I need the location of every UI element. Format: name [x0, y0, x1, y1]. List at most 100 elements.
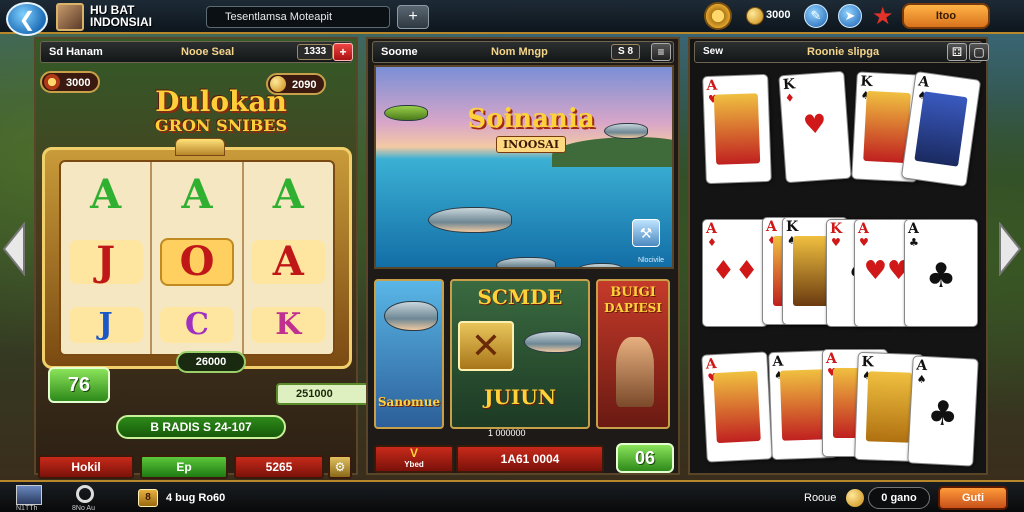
fishing-score-box[interactable]: 06	[616, 443, 674, 473]
fishing-scene[interactable]: Soinania INOOSAI ⚒ Nlocivile	[374, 65, 674, 269]
tile-center-subvalue: 1 000000	[488, 428, 526, 438]
slot-header-badge: 1333	[297, 44, 334, 60]
bottom-right-label: Rooue	[804, 492, 837, 504]
fishing-tile-center[interactable]: SCMDE ✕ JUIUN	[450, 279, 590, 429]
tile-blue-title: Sanomue	[377, 395, 441, 409]
card-rank: A	[706, 221, 717, 237]
playing-card[interactable]: A ♠ ♣	[907, 355, 979, 467]
slot-machine[interactable]: A J J A O C A A K	[42, 138, 352, 369]
fishing-footer: V Ybed 1A61 0004 06	[372, 443, 678, 473]
add-button[interactable]: +	[397, 5, 429, 29]
fish-icon	[384, 301, 438, 331]
slot-chip-left-value: 3000	[66, 77, 91, 89]
top-up-button[interactable]: Itoo	[902, 3, 990, 29]
fish-icon	[604, 123, 648, 139]
slot-spin-button[interactable]: Ep	[140, 455, 228, 479]
app-title-line2: INDONSIAI	[90, 15, 153, 29]
search-input[interactable]: Tesentlamsa Moteapit	[206, 6, 390, 28]
crown-ornament-icon	[175, 138, 225, 156]
reel-2: A O C	[152, 162, 244, 354]
multiplier-x-icon: ✕	[458, 321, 514, 371]
card-rank: K	[830, 221, 843, 237]
cashout-button[interactable]: Guti	[938, 486, 1008, 510]
card-face-art	[779, 369, 827, 441]
coin-icon	[746, 7, 764, 25]
back-arrow-icon: ❮	[18, 8, 36, 31]
card-rank: A	[705, 356, 718, 373]
fishing-logo-line2: INOOSAI	[496, 136, 566, 153]
slot-add-button[interactable]: +	[333, 43, 353, 61]
reel-symbol: C	[159, 307, 234, 344]
app-title: HU BAT INDONSIAI	[90, 4, 190, 28]
coin-icon	[846, 489, 864, 507]
profile-thumbnail-icon[interactable]	[16, 485, 42, 505]
card-rank: A	[915, 357, 928, 375]
card-rank: A	[766, 219, 777, 235]
slot-chip-left[interactable]: 3000	[40, 71, 101, 93]
fishing-menu-icon[interactable]: ≡	[651, 43, 671, 61]
tile-red-title2: DAPIESI	[604, 301, 662, 315]
playing-card[interactable]: A ♥	[701, 351, 773, 463]
playing-card[interactable]: K ♦ ♥	[778, 70, 852, 184]
reel-1: A J J	[61, 162, 153, 354]
fishing-tile-blue[interactable]: Sanomue	[374, 279, 444, 429]
diamond-suit-icon: ♦	[784, 91, 796, 106]
heart-suit-icon: ♥	[802, 109, 828, 141]
slot-right-button[interactable]: 5265	[234, 455, 324, 479]
slot-logo-line2: GRON SNIBES	[154, 116, 288, 135]
cards-window-icon[interactable]: ▢	[969, 43, 989, 61]
notification-icon[interactable]: ✎	[804, 4, 828, 28]
playing-card[interactable]: A ♦ ♦♦	[702, 219, 768, 327]
slot-game-logo: Dulokan GRON SNIBES	[136, 87, 306, 135]
reel-symbol: J	[68, 239, 143, 284]
card-rank: K	[861, 354, 874, 371]
card-rank: A	[826, 351, 837, 367]
scene-label: Nlocivile	[637, 257, 664, 264]
playing-card[interactable]: A♠	[900, 70, 982, 188]
card-face-art	[713, 93, 761, 165]
card-game-panel[interactable]: Sew Roonie slipga ⚃ ▢ A♥ K♦ ♥ K♠ A♠ A♦ ♦…	[688, 37, 989, 475]
coin-balance: 3000	[766, 9, 791, 21]
next-arrow-icon[interactable]	[996, 222, 1022, 276]
bottom-bar: N1TTh 8No Au 8 4 bug Ro60 Rooue 0 gano G…	[0, 480, 1024, 512]
reel-symbol: A	[272, 171, 304, 219]
card-rank: K	[782, 76, 796, 94]
reel-symbol: O	[159, 237, 234, 286]
settings-gear-icon[interactable]	[704, 2, 732, 30]
chip-gear-icon	[44, 74, 60, 90]
tools-icon[interactable]: ⚒	[632, 219, 660, 247]
bottom-icon1-label: N1TTh	[16, 505, 38, 512]
favorite-star-icon[interactable]: ★	[872, 2, 894, 31]
share-icon[interactable]: ➤	[838, 4, 862, 28]
reel-symbol: K	[251, 306, 326, 343]
slot-left-button[interactable]: Hokil	[38, 455, 134, 479]
fishing-left-sub: Ybed	[404, 460, 424, 469]
fishing-left-button[interactable]: V Ybed	[374, 445, 454, 473]
card-rank: K	[859, 73, 873, 91]
fishing-panel-header: Soome Nom Mngp S 8 ≡	[372, 41, 674, 63]
previous-arrow-icon[interactable]	[2, 222, 28, 276]
cards-header-left: Sew	[703, 46, 724, 57]
record-icon[interactable]	[76, 485, 94, 503]
slot-info-bar[interactable]: B RADIS S 24-107	[116, 415, 286, 439]
slot-game-panel[interactable]: Sd Hanam Nooe Seal 1333 + 3000 2090 Dulo…	[34, 37, 394, 479]
playing-card[interactable]: A ♣ ♣	[904, 219, 978, 327]
stake-icon[interactable]: 8	[138, 489, 158, 507]
cards-dice-icon[interactable]: ⚃	[947, 43, 967, 61]
club-suit-icon: ♣	[925, 256, 957, 296]
playing-card[interactable]: A ♥	[702, 73, 772, 185]
reel-symbol: A	[90, 171, 122, 219]
card-face-art	[865, 371, 913, 443]
slot-settings-icon[interactable]: ⚙	[328, 455, 352, 479]
stake-label: 4 bug Ro60	[166, 492, 226, 504]
reel-symbol: A	[181, 170, 213, 218]
fishing-game-panel[interactable]: Soome Nom Mngp S 8 ≡ Soinania INOOSAI ⚒ …	[366, 37, 680, 475]
fishing-tile-red[interactable]: BUIGI DAPIESI	[596, 279, 670, 429]
avatar[interactable]	[56, 3, 84, 31]
fishing-header-left: Soome	[381, 46, 418, 58]
fishing-header-title: Nom Mngp	[491, 46, 548, 58]
slot-logo-line1: Dulokan	[155, 85, 287, 118]
fish-icon	[496, 257, 556, 267]
score-box[interactable]: 76	[48, 367, 110, 403]
back-button[interactable]: ❮	[6, 2, 48, 36]
